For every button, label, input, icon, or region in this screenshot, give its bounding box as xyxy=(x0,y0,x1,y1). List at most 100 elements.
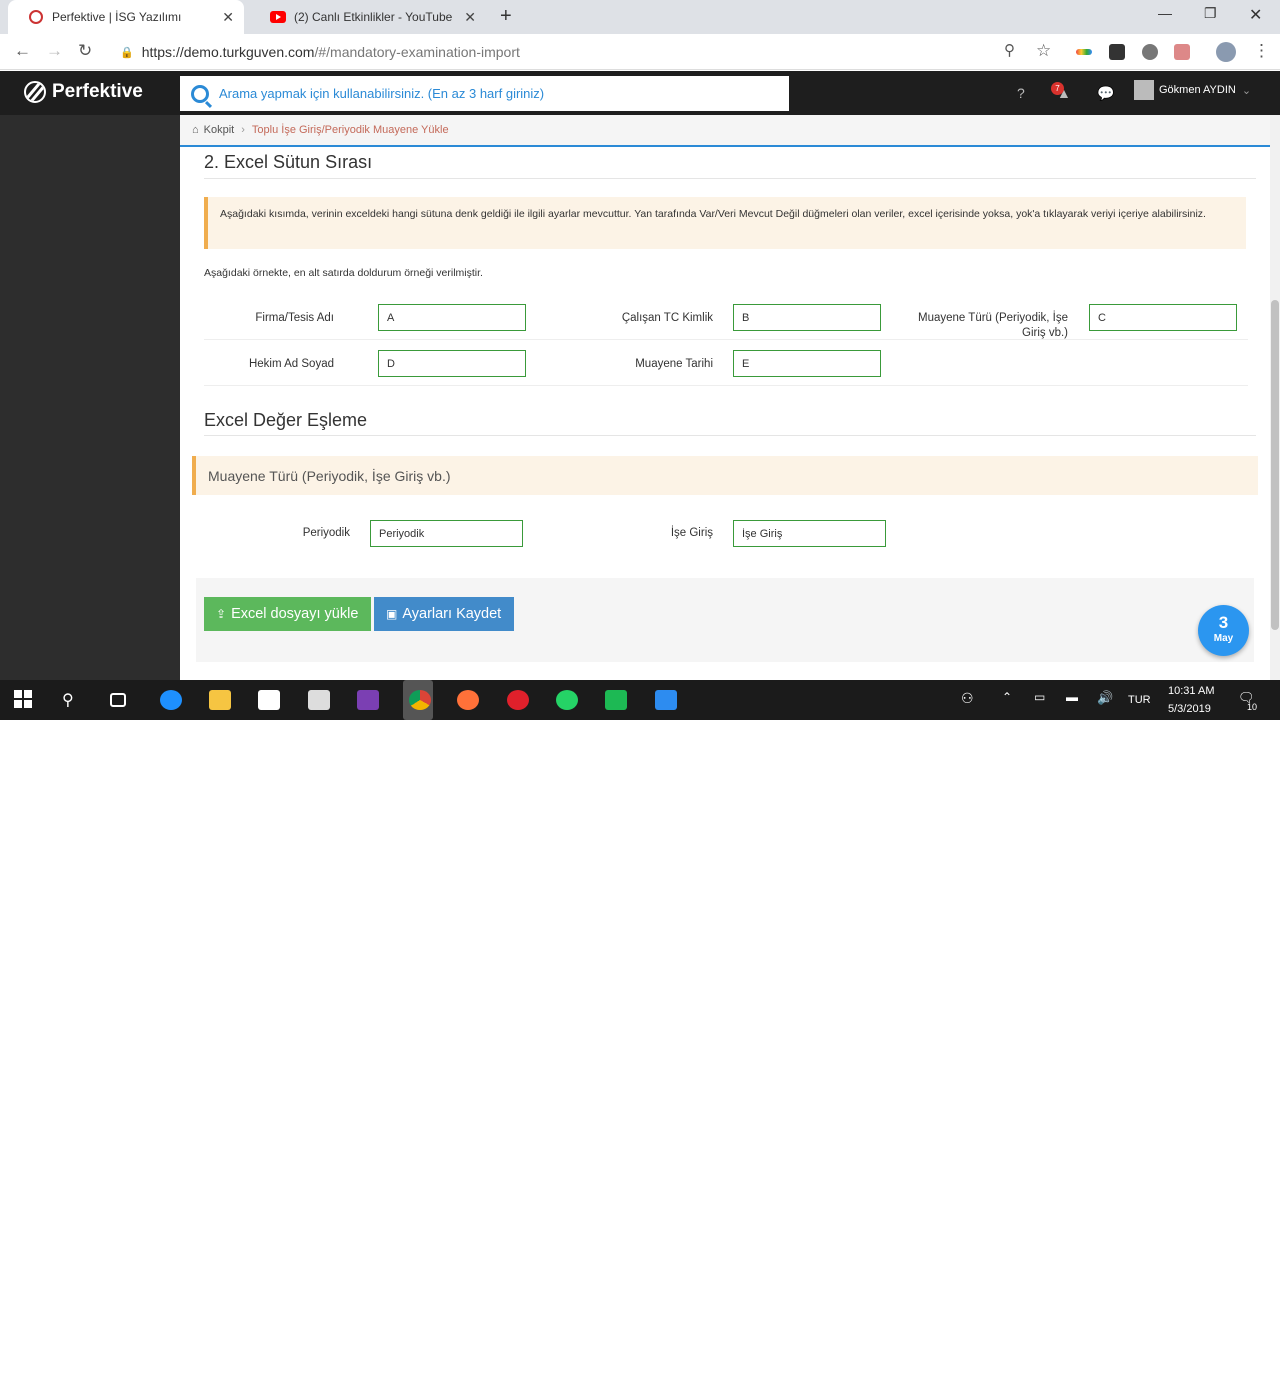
clock-date[interactable]: 5/3/2019 xyxy=(1168,703,1211,715)
mail-badge: 6 xyxy=(327,1382,334,1394)
window-close-icon[interactable]: ✕ xyxy=(1249,5,1262,25)
mail-icon[interactable] xyxy=(308,690,330,710)
tab-title: Perfektive | İSG Yazılımı xyxy=(52,10,182,24)
button-label: Ayarları Kaydet xyxy=(402,606,502,622)
restore-icon[interactable]: ❐ xyxy=(1204,5,1217,22)
tc-column-input[interactable] xyxy=(733,304,881,331)
search-input[interactable] xyxy=(219,86,759,101)
lock-icon: 🔒 xyxy=(120,46,134,59)
close-icon[interactable]: ✕ xyxy=(222,9,234,26)
firma-column-input[interactable] xyxy=(378,304,526,331)
zoom-icon[interactable]: ⚲ xyxy=(1004,41,1015,59)
field-label: Muayene Tarihi xyxy=(635,358,713,370)
pdf-extension-icon[interactable] xyxy=(1174,44,1190,60)
extension-icon[interactable] xyxy=(1109,44,1125,60)
app-logo[interactable]: Perfektive xyxy=(24,81,143,103)
tab-youtube[interactable]: (2) Canlı Etkinlikler - YouTube ✕ xyxy=(250,0,486,34)
url-field[interactable]: 🔒 https://demo.turkguven.com/#/mandatory… xyxy=(110,37,1064,67)
people-icon[interactable]: ⚇ xyxy=(961,690,983,710)
chat-icon[interactable]: 💬 xyxy=(1097,85,1114,102)
user-menu[interactable]: Gökmen AYDIN ⌄ xyxy=(1134,80,1251,100)
youtube-icon xyxy=(270,9,286,25)
chevron-up-icon[interactable]: ⌃ xyxy=(1002,690,1024,710)
notification-badge: 7 xyxy=(1051,82,1064,95)
store-icon[interactable] xyxy=(258,690,280,710)
volume-icon[interactable]: 🔊 xyxy=(1097,690,1119,710)
sidebar xyxy=(0,115,180,680)
opera-icon[interactable] xyxy=(507,690,529,710)
save-icon: ▣ xyxy=(386,607,398,621)
help-icon[interactable]: ? xyxy=(1017,85,1025,101)
global-search xyxy=(180,76,789,111)
field-label: Muayene Türü (Periyodik, İşe Giriş vb.) xyxy=(918,312,1068,339)
app-icon[interactable] xyxy=(605,690,627,710)
date-bubble[interactable]: 3 May xyxy=(1198,605,1249,656)
muayene-tarihi-column-input[interactable] xyxy=(733,350,881,377)
user-name: Gökmen AYDIN xyxy=(1159,84,1236,96)
info-alert: Aşağıdaki kısımda, verinin exceldeki han… xyxy=(204,197,1246,249)
section-title: Excel Değer Eşleme xyxy=(204,410,368,430)
breadcrumb: ⌂ Kokpit › Toplu İşe Giriş/Periyodik Mua… xyxy=(180,115,1270,147)
task-view-icon[interactable] xyxy=(110,693,126,707)
example-note: Aşağıdaki örnekte, en alt satırda doldur… xyxy=(204,267,483,279)
date-day: 3 xyxy=(1218,613,1229,632)
home-icon: ⌂ xyxy=(192,124,199,136)
ise-giris-value-input[interactable] xyxy=(733,520,886,547)
profile-avatar[interactable] xyxy=(1216,42,1236,62)
address-bar: ← → ↻ 🔒 https://demo.turkguven.com/#/man… xyxy=(0,34,1280,70)
search-icon xyxy=(191,84,209,103)
app-header: Perfektive ? ▲ 💬 xyxy=(0,71,1280,115)
new-tab-icon[interactable]: + xyxy=(500,5,512,28)
upload-icon: ⇪ xyxy=(216,607,227,621)
search-icon[interactable]: ⚲ xyxy=(62,690,84,710)
app-icon[interactable] xyxy=(655,690,677,710)
bookmark-star-icon[interactable]: ☆ xyxy=(1036,41,1051,61)
firefox-icon[interactable] xyxy=(457,690,479,710)
extension-icon[interactable] xyxy=(1076,49,1092,55)
periyodik-value-input[interactable] xyxy=(370,520,523,547)
field-label: İşe Giriş xyxy=(670,527,713,539)
network-icon[interactable]: ▭ xyxy=(1034,690,1056,710)
field-label: Firma/Tesis Adı xyxy=(255,312,334,324)
taskbar: ⚲ 6 ⚇ ⌃ ▭ ▬ 🔊 TUR 10:31 AM 5/3/2019 🗨 10 xyxy=(0,680,1280,1394)
breadcrumb-home[interactable]: Kokpit xyxy=(204,124,235,136)
tab-title: (2) Canlı Etkinlikler - YouTube xyxy=(294,10,453,24)
menu-icon[interactable]: ⋮ xyxy=(1253,41,1270,61)
section-title: 2. Excel Sütun Sırası xyxy=(204,152,373,172)
windows-start-icon[interactable] xyxy=(14,690,36,710)
field-label: Periyodik xyxy=(302,527,350,539)
extension-icon[interactable] xyxy=(1142,44,1158,60)
main-content: ⌂ Kokpit › Toplu İşe Giriş/Periyodik Mua… xyxy=(180,115,1270,680)
browser-tab-bar: Perfektive | İSG Yazılımı ✕ (2) Canlı Et… xyxy=(0,0,1280,34)
chrome-icon[interactable] xyxy=(409,690,431,710)
perfektive-favicon xyxy=(28,9,44,25)
date-month: May xyxy=(1213,633,1234,644)
clock-time[interactable]: 10:31 AM xyxy=(1168,685,1214,697)
button-bar: ⇪ Excel dosyayı yükle ▣ Ayarları Kaydet xyxy=(196,578,1254,662)
field-row: Firma/Tesis Adı Çalışan TC Kimlik Muayen… xyxy=(204,294,1248,340)
forward-icon[interactable]: → xyxy=(46,41,63,61)
hekim-column-input[interactable] xyxy=(378,350,526,377)
muayene-turu-column-input[interactable] xyxy=(1089,304,1237,331)
onenote-icon[interactable] xyxy=(357,690,379,710)
whatsapp-icon[interactable] xyxy=(556,690,578,710)
url-text: https://demo.turkguven.com/#/mandatory-e… xyxy=(141,44,520,60)
battery-icon[interactable]: ▬ xyxy=(1066,690,1088,710)
save-settings-button[interactable]: ▣ Ayarları Kaydet xyxy=(374,597,514,631)
minimize-icon[interactable]: — xyxy=(1158,5,1172,21)
chevron-down-icon: ⌄ xyxy=(1241,84,1252,97)
breadcrumb-current: Toplu İşe Giriş/Periyodik Muayene Yükle xyxy=(251,124,449,136)
language-indicator[interactable]: TUR xyxy=(1128,694,1151,706)
upload-excel-button[interactable]: ⇪ Excel dosyayı yükle xyxy=(204,597,371,631)
tab-perfektive[interactable]: Perfektive | İSG Yazılımı ✕ xyxy=(8,0,244,34)
file-explorer-icon[interactable] xyxy=(209,690,231,710)
scrollbar[interactable] xyxy=(1270,115,1280,680)
close-icon[interactable]: ✕ xyxy=(464,9,476,26)
back-icon[interactable]: ← xyxy=(14,41,31,61)
edge-icon[interactable] xyxy=(160,690,182,710)
field-label: Hekim Ad Soyad xyxy=(248,358,334,370)
brand-name: Perfektive xyxy=(52,81,143,102)
reload-icon[interactable]: ↻ xyxy=(78,41,92,61)
scrollbar-thumb[interactable] xyxy=(1271,300,1279,630)
field-row: Hekim Ad Soyad Muayene Tarihi xyxy=(204,340,1248,386)
